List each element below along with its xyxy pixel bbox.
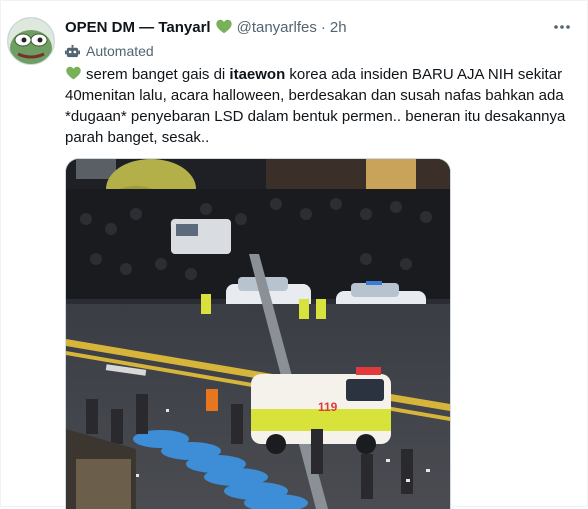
more-options-icon[interactable] (547, 15, 577, 39)
timestamp[interactable]: 2h (330, 19, 347, 36)
green-heart-icon (66, 66, 81, 80)
ambulance-number: 119 (318, 400, 338, 414)
automated-badge[interactable]: Automated (65, 41, 154, 61)
bold-text-itaewon: itaewon (229, 66, 286, 83)
tweet-text-line-1: serem banget gais di itaewon korea ada i… (65, 64, 580, 85)
separator-dot: · (320, 18, 326, 36)
tweet-header: OPEN DM — Tanyarl @tanyarlfes · 2h (65, 17, 347, 37)
tweet-text-line-4: parah banget, sesak.. (65, 129, 210, 146)
tweet-text-line-3: *dugaan* penyebaran LSD dalam bentuk per… (65, 108, 566, 125)
author-handle[interactable]: @tanyarlfes (237, 19, 317, 36)
avatar[interactable] (7, 17, 55, 65)
pepe-avatar-icon (8, 18, 54, 64)
robot-icon (65, 44, 80, 57)
tweet-text: serem banget gais di itaewon korea ada i… (65, 64, 580, 148)
tweet-card[interactable]: OPEN DM — Tanyarl @tanyarlfes · 2h Autom… (0, 0, 588, 509)
automated-label: Automated (86, 43, 154, 59)
tweet-photo[interactable]: 119 (65, 158, 451, 509)
tweet-text-line-2: 40menitan lalu, acara halloween, berdesa… (65, 87, 564, 104)
green-heart-icon (215, 19, 232, 34)
street-crowd-photo-icon: 119 (66, 159, 450, 509)
author-name[interactable]: OPEN DM — Tanyarl (65, 19, 211, 36)
